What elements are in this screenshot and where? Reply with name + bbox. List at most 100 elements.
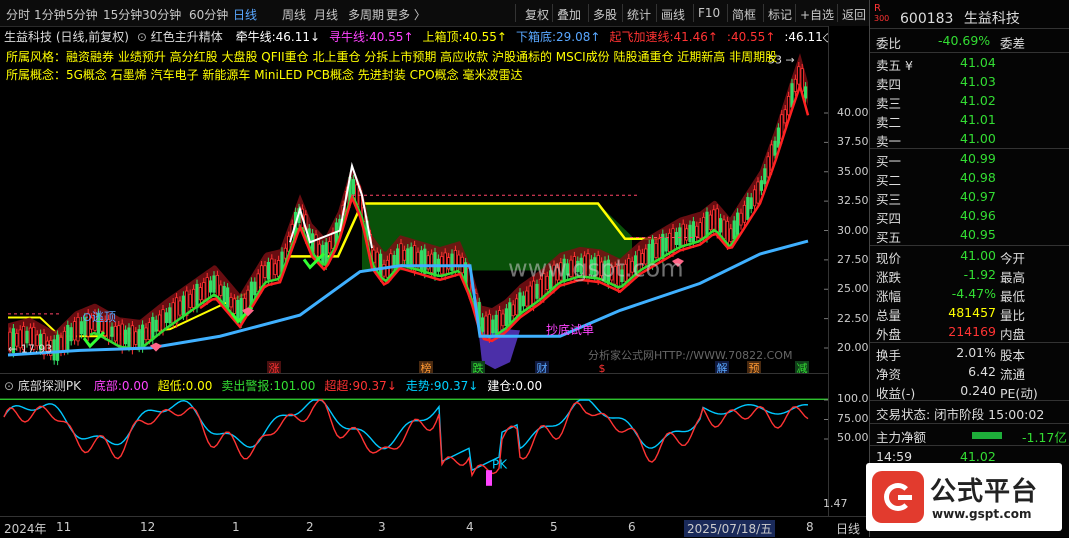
signal-diamond-icon xyxy=(150,342,162,352)
sub-axis-label: 50.00 xyxy=(837,431,869,444)
sub-indicator-canvas[interactable]: PK xyxy=(0,374,828,517)
candle-body xyxy=(746,197,750,220)
candle-body xyxy=(171,302,175,324)
candle-body xyxy=(702,216,706,239)
candle-body xyxy=(215,274,219,298)
low-price-label: ← 17.93 xyxy=(8,343,52,356)
sub-dropdown-icon[interactable]: ⊙ xyxy=(4,379,14,393)
time-label: 5 xyxy=(550,520,558,534)
stock-title[interactable]: 生益科技 (日线,前复权) xyxy=(4,30,129,44)
indicator-name[interactable]: 红色主升精体 xyxy=(151,30,223,44)
candle-body xyxy=(144,327,148,341)
stock-badge[interactable]: R 300 xyxy=(874,4,896,26)
weibi-value: -40.69% xyxy=(938,33,991,48)
sub-val-arrow: ↓ xyxy=(386,379,397,393)
sell-label: 卖五 xyxy=(876,58,902,73)
toolbar-item-0[interactable]: 分时 xyxy=(6,6,30,23)
style-line: 所属风格：融资融券 业绩预升 高分红股 大盘股 QFII重仓 北上重仓 分拆上市… xyxy=(6,50,778,64)
quote-value: -1.92 xyxy=(963,267,996,282)
quote-value: 214169 xyxy=(948,324,996,339)
sub-val-value: 0.00 xyxy=(515,379,543,393)
period-label[interactable]: 日线 xyxy=(836,520,860,537)
candle-body xyxy=(787,96,791,116)
toolbar-item-9[interactable]: 多周期 xyxy=(348,6,384,23)
main-val-6: :46.11◇ xyxy=(784,30,832,44)
candle-body xyxy=(382,263,386,277)
candle-body xyxy=(392,255,396,267)
buy-price: 40.96 xyxy=(960,208,996,223)
candle-body xyxy=(127,327,131,348)
buy-row: 买四 40.96 xyxy=(876,208,1066,226)
escape-top-label: ⊙逃顶 xyxy=(82,310,116,324)
candle-body xyxy=(195,283,199,309)
sell-price: 41.04 xyxy=(960,55,996,70)
tick-time: 14:59 xyxy=(876,449,913,464)
main-val-name: 上箱顶: xyxy=(422,30,463,44)
toolbar-right-item-1[interactable]: 叠加 xyxy=(557,6,581,23)
toolbar-right-item-9[interactable]: 返回 xyxy=(842,6,866,23)
candle-body xyxy=(494,314,498,334)
candle-body xyxy=(525,290,529,307)
candle-body xyxy=(317,243,322,257)
toolbar-item-2[interactable]: 5分钟 xyxy=(66,6,98,23)
main-val-arrow: ↑ xyxy=(403,30,414,44)
toolbar-right-item-8[interactable]: +自选 xyxy=(800,6,834,23)
sub-indicator-chart[interactable]: PK ⊙ 底部探测PK 底部:0.00 超低:0.00 卖出警报:101.00 超超:… xyxy=(0,373,828,517)
toolbar-right-item-2[interactable]: 多股 xyxy=(593,6,617,23)
toolbar-right-item-6[interactable]: 简框 xyxy=(732,6,756,23)
time-label: 11 xyxy=(56,520,72,534)
candle-body xyxy=(117,325,121,346)
candle-body xyxy=(783,109,787,124)
toolbar-right-item-7[interactable]: 标记 xyxy=(768,6,792,23)
sub-indicator-name[interactable]: 底部探测PK xyxy=(18,379,81,393)
quote-label2: 内盘 xyxy=(1000,327,1026,342)
watermark-logo: 公式平台 www.gspt.com xyxy=(866,463,1062,531)
toolbar-right-item-0[interactable]: 复权 xyxy=(525,6,549,23)
candle-body xyxy=(402,249,407,261)
toolbar-item-7[interactable]: 周线 xyxy=(282,6,306,23)
candle-body xyxy=(62,330,67,351)
main-val-2: 上箱顶:40.55↑ xyxy=(423,30,507,44)
toolbar-right-item-3[interactable]: 统计 xyxy=(627,6,651,23)
sub-val-5: 建仓:0.00 xyxy=(487,379,542,393)
sell-row: 卖一 41.00 xyxy=(876,131,1066,149)
candle-body xyxy=(698,222,702,239)
stat-label: 换手 xyxy=(876,348,902,363)
toolbar-right-item-4[interactable]: 画线 xyxy=(661,6,685,23)
net-flow-row: 主力净额 -1.17亿 xyxy=(876,427,1067,445)
buy-price: 40.98 xyxy=(960,170,996,185)
toolbar-item-5[interactable]: 60分钟 xyxy=(189,6,228,23)
candle-body xyxy=(375,251,379,271)
toolbar-item-1[interactable]: 1分钟 xyxy=(34,6,66,23)
sell-row: 卖四 41.03 xyxy=(876,74,1066,92)
badge-letter: R xyxy=(874,3,881,14)
toolbar-item-8[interactable]: 月线 xyxy=(314,6,338,23)
main-val-value: 46.11 xyxy=(275,30,310,44)
candle-body xyxy=(266,261,271,280)
event-marker: 涨 xyxy=(269,362,280,373)
candle-body xyxy=(399,243,403,266)
candle-body xyxy=(681,223,685,248)
sell-label: 卖三 xyxy=(876,96,902,111)
candle-body xyxy=(763,168,767,185)
toolbar-item-10[interactable]: 更多 〉 xyxy=(386,6,426,23)
candle-body xyxy=(708,214,713,231)
toolbar-item-4[interactable]: 30分钟 xyxy=(142,6,181,23)
main-kline-chart[interactable]: ⊙逃顶 抄底试单 ← 17.93 53 → www.gspt.com 分析家公式网HTTP… xyxy=(0,26,832,375)
indicator-dropdown-icon[interactable]: ⊙ xyxy=(137,30,147,44)
event-marker: 减 xyxy=(797,362,808,373)
toolbar-item-6[interactable]: 日线 xyxy=(233,6,257,23)
sub-val-value: 0.00 xyxy=(185,379,213,393)
candle-body xyxy=(504,308,509,327)
main-val-value: 46.11 xyxy=(788,30,823,44)
stat-label: 收益(-) xyxy=(876,386,916,401)
candle-body xyxy=(137,329,141,348)
pk-label: PK xyxy=(492,458,508,472)
candle-body xyxy=(212,275,216,293)
candle-body xyxy=(236,299,240,321)
logo-text: 公式平台 xyxy=(930,477,1039,507)
stat-value: 2.01% xyxy=(956,345,996,360)
sell-price: 41.00 xyxy=(960,131,996,146)
toolbar-item-3[interactable]: 15分钟 xyxy=(103,6,142,23)
toolbar-right-item-5[interactable]: F10 xyxy=(698,6,720,20)
